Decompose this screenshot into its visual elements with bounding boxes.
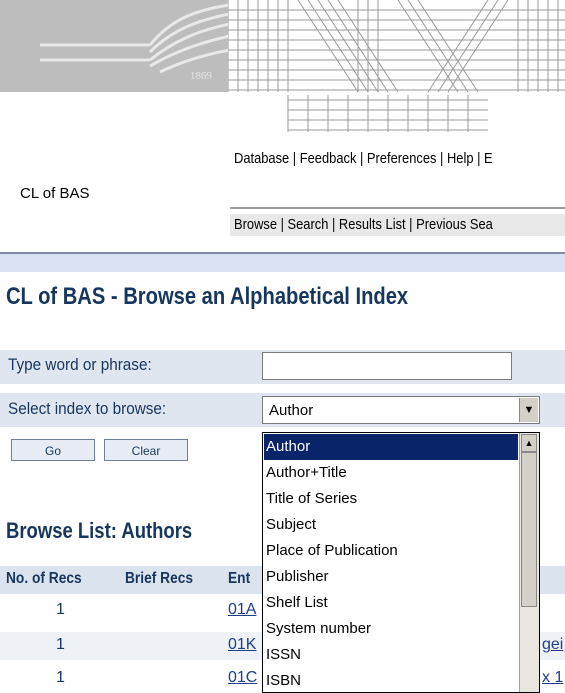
row-recs: 1 [56,601,65,618]
logo-year: 1869 [190,70,212,82]
option-issn[interactable]: ISSN [264,642,518,668]
index-dropdown-list[interactable]: Author Author+Title Title of Series Subj… [262,432,540,693]
browse-list-title: Browse List: Authors [6,518,193,543]
column-header-brief: Brief Recs [125,570,194,587]
row-entry-link-tail[interactable]: gei [542,636,563,654]
row-recs: 1 [56,669,65,686]
option-author-title[interactable]: Author+Title [264,460,518,486]
banner-pattern [228,0,565,132]
row-entry-link[interactable]: 01A [228,601,256,619]
nav-browse-search-results-previous[interactable]: Browse | Search | Results List | Previou… [234,216,493,233]
section-divider [0,252,565,272]
chevron-down-icon[interactable]: ▼ [519,398,538,422]
word-label: Type word or phrase: [8,355,152,374]
option-author[interactable]: Author [264,434,518,460]
option-system-number[interactable]: System number [264,616,518,642]
library-logo: 1869 [0,0,230,92]
row-entry-link-tail[interactable]: x 1 [542,669,563,687]
scroll-up-arrow-icon[interactable]: ▲ [521,434,537,452]
secondary-nav: Browse | Search | Results List | Previou… [230,214,565,236]
column-header-recs: No. of Recs [6,570,82,587]
row-entry-link[interactable]: 01C [228,669,257,687]
index-label: Select index to browse: [8,399,167,418]
option-isbn[interactable]: ISBN [264,668,518,692]
dropdown-scrollbar[interactable]: ▲ [519,433,539,692]
row-entry-link[interactable]: 01K [228,636,256,654]
column-header-entry: Ent [228,570,251,587]
index-select[interactable]: Author ▼ [262,396,540,424]
option-place-of-publication[interactable]: Place of Publication [264,538,518,564]
header-banner: 1869 [0,0,565,132]
nav-divider [230,207,565,209]
nav-database-feedback-preferences-help[interactable]: Database | Feedback | Preferences | Help… [234,150,493,167]
option-subject[interactable]: Subject [264,512,518,538]
search-input[interactable] [262,352,512,380]
go-button[interactable]: Go [11,439,95,461]
page-title: CL of BAS - Browse an Alphabetical Index [6,283,409,310]
clear-button[interactable]: Clear [104,439,188,461]
option-title-of-series[interactable]: Title of Series [264,486,518,512]
site-label: CL of BAS [20,185,90,202]
scroll-thumb[interactable] [521,452,537,607]
option-shelf-list[interactable]: Shelf List [264,590,518,616]
row-recs: 1 [56,636,65,653]
index-select-value: Author [269,402,314,419]
option-publisher[interactable]: Publisher [264,564,518,590]
